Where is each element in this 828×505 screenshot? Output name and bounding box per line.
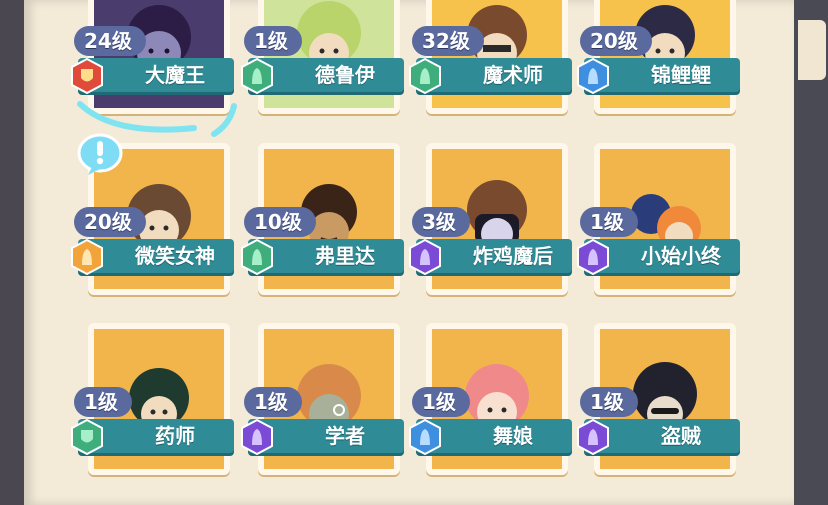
level-pill: 20级 [580, 26, 652, 56]
orange-hood-icon [71, 239, 103, 275]
character-card-jinlili[interactable]: 20级 锦鲤鲤 [576, 0, 744, 130]
character-card-yaoshi[interactable]: 1级 药师 [70, 323, 238, 491]
character-name: 微笑女神 [135, 244, 215, 268]
level-pill: 10级 [244, 207, 316, 237]
level-pill: 1级 [580, 207, 638, 237]
level-pill: 20级 [74, 207, 146, 237]
portrait-frame [258, 0, 400, 114]
character-name: 舞娘 [493, 424, 533, 448]
character-card-wuniang[interactable]: 1级 舞娘 [408, 323, 576, 491]
character-name: 魔术师 [483, 63, 543, 87]
character-card-fulida[interactable]: 10级 弗里达 [240, 143, 408, 311]
character-card-xiaoshixiaozhong[interactable]: 1级 小始小终 [576, 143, 744, 311]
exclamation-icon[interactable] [76, 133, 124, 177]
blue-hood-icon [577, 58, 609, 94]
level-pill: 1级 [244, 26, 302, 56]
character-card-daozei[interactable]: 1级 盗贼 [576, 323, 744, 491]
character-card-zhajimohou[interactable]: 3级 炸鸡魔后 [408, 143, 576, 311]
character-card-deluyi[interactable]: 1级 德鲁伊 [240, 0, 408, 130]
character-name: 药师 [155, 424, 195, 448]
green-shield-icon [71, 419, 103, 455]
character-grid: 24级 大魔王 1级 德鲁伊 32级 魔术师 20级 锦鲤鲤 20级 微笑女神 … [0, 0, 828, 505]
character-name: 学者 [325, 424, 365, 448]
purple-hood-icon [409, 239, 441, 275]
green-hood-icon [409, 58, 441, 94]
level-pill: 1级 [244, 387, 302, 417]
level-pill: 24级 [74, 26, 146, 56]
portrait-frame [426, 0, 568, 114]
level-pill: 1级 [412, 387, 470, 417]
purple-hood-icon [241, 419, 273, 455]
purple-hood-icon [577, 239, 609, 275]
level-pill: 3级 [412, 207, 470, 237]
portrait-frame [594, 0, 736, 114]
character-name: 锦鲤鲤 [651, 63, 711, 87]
character-name: 小始小终 [641, 244, 721, 268]
character-name: 德鲁伊 [315, 63, 375, 87]
blue-hood-icon [409, 419, 441, 455]
character-card-xuezhe[interactable]: 1级 学者 [240, 323, 408, 491]
green-hood-icon [241, 239, 273, 275]
selection-highlight-arc [77, 101, 237, 137]
character-name: 盗贼 [661, 424, 701, 448]
character-name: 弗里达 [315, 244, 375, 268]
level-pill: 1级 [580, 387, 638, 417]
character-name: 炸鸡魔后 [473, 244, 553, 268]
purple-hood-icon [577, 419, 609, 455]
level-pill: 1级 [74, 387, 132, 417]
level-pill: 32级 [412, 26, 484, 56]
character-card-moshushi[interactable]: 32级 魔术师 [408, 0, 576, 130]
